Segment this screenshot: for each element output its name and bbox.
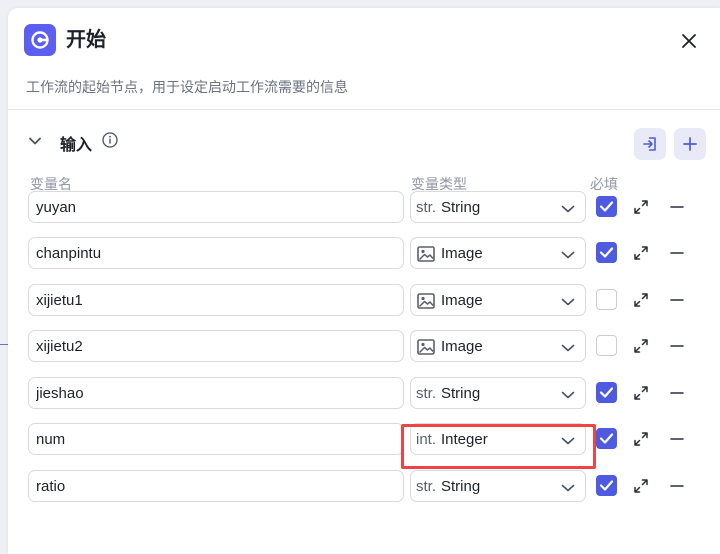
variable-name-input[interactable] [28,377,404,409]
variable-name-input[interactable] [28,284,404,316]
variable-row: Image [0,237,720,269]
check-icon [599,247,614,258]
type-prefix-label: str. [416,199,437,216]
variable-name-input[interactable] [28,330,404,362]
expand-icon[interactable] [632,477,650,495]
chevron-down-icon [561,202,575,214]
type-label: Integer [441,431,488,448]
required-checkbox[interactable] [596,242,617,263]
add-variable-button[interactable] [674,128,706,160]
check-icon [599,387,614,398]
expand-icon[interactable] [632,430,650,448]
variable-type-select[interactable]: int. Integer [410,423,586,455]
chevron-down-icon [561,434,575,446]
panel-header: 开始 [24,24,714,56]
check-icon [599,433,614,444]
remove-variable-icon[interactable] [669,292,685,308]
header-divider [8,109,720,110]
required-checkbox[interactable] [596,196,617,217]
remove-variable-icon[interactable] [669,199,685,215]
variable-type-select[interactable]: str. String [410,377,586,409]
type-label: String [441,385,481,402]
expand-icon[interactable] [632,337,650,355]
required-checkbox[interactable] [596,335,617,356]
type-prefix-label: int. [416,431,437,448]
required-checkbox[interactable] [596,289,617,310]
variable-type-select[interactable]: Image [410,330,586,362]
expand-icon[interactable] [632,198,650,216]
variable-name-input[interactable] [28,191,404,223]
variable-row: Image [0,330,720,362]
chevron-down-icon[interactable] [28,134,42,148]
expand-icon[interactable] [632,384,650,402]
import-icon [643,137,656,151]
info-icon[interactable] [102,132,118,148]
close-icon[interactable] [678,30,700,52]
variable-name-input[interactable] [28,237,404,269]
required-checkbox[interactable] [596,382,617,403]
type-label: Image [441,338,483,355]
start-node-panel: 开始 工作流的起始节点，用于设定启动工作流需要的信息 输入 变量名 变量类型 必… [8,8,720,554]
type-label: String [441,199,481,216]
variable-name-input[interactable] [28,470,404,502]
image-icon [416,291,436,311]
variable-type-select[interactable]: str. String [410,470,586,502]
chevron-down-icon [561,388,575,400]
type-prefix-label: str. [416,478,437,495]
chevron-down-icon [561,481,575,493]
panel-description: 工作流的起始节点，用于设定启动工作流需要的信息 [26,79,348,95]
variable-row: str.String [0,470,720,502]
check-icon [599,201,614,212]
type-label: Image [441,245,483,262]
expand-icon[interactable] [632,244,650,262]
plus-icon [683,137,697,151]
variable-row: str.String [0,377,720,409]
remove-variable-icon[interactable] [669,385,685,401]
chevron-down-icon [561,295,575,307]
chevron-down-icon [561,248,575,260]
image-icon [416,244,436,264]
section-title: 输入 [60,137,93,154]
variable-type-select[interactable]: Image [410,284,586,316]
variable-name-input[interactable] [28,423,404,455]
variable-type-select[interactable]: Image [410,237,586,269]
type-label: Image [441,292,483,309]
input-section-header: 输入 [26,128,706,160]
remove-variable-icon[interactable] [669,338,685,354]
check-icon [599,480,614,491]
variable-type-select[interactable]: str. String [410,191,586,223]
required-checkbox[interactable] [596,428,617,449]
start-node-icon [24,24,56,56]
image-icon [416,337,436,357]
remove-variable-icon[interactable] [669,245,685,261]
required-checkbox[interactable] [596,475,617,496]
variable-row: str.String [0,191,720,223]
import-variables-button[interactable] [634,128,666,160]
variable-row: int.Integer [0,423,720,455]
chevron-down-icon [561,341,575,353]
variable-row: Image [0,284,720,316]
remove-variable-icon[interactable] [669,478,685,494]
remove-variable-icon[interactable] [669,431,685,447]
type-label: String [441,478,481,495]
type-prefix-label: str. [416,385,437,402]
page-title: 开始 [66,29,106,51]
expand-icon[interactable] [632,291,650,309]
